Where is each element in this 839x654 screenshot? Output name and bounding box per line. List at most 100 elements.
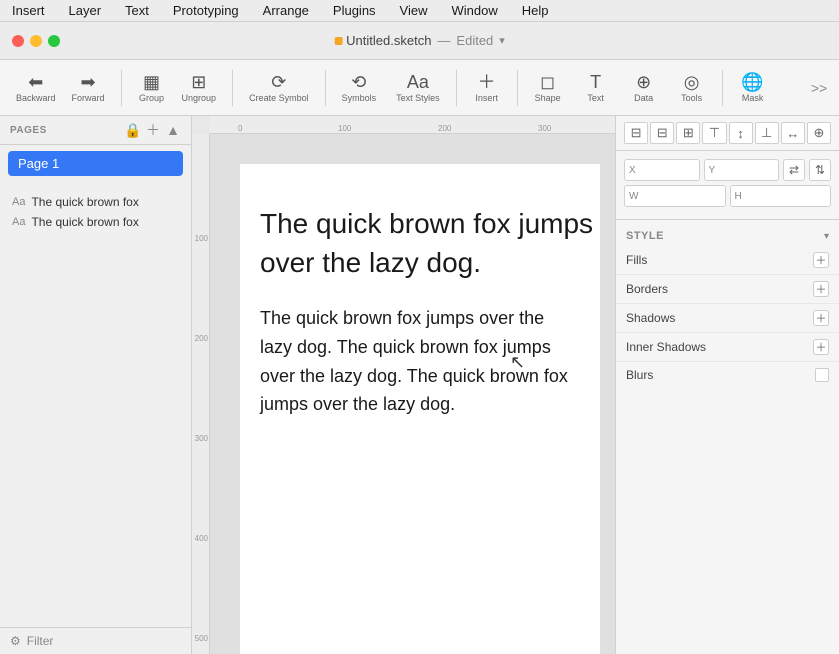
ungroup-button[interactable]: ⊞ Ungroup [174, 64, 225, 112]
ruler-vmark-300: 300 [195, 434, 208, 443]
ruler-mark-100: 100 [338, 124, 351, 133]
blurs-row[interactable]: Blurs [616, 362, 839, 388]
menu-arrange[interactable]: Arrange [259, 3, 313, 18]
y-label: Y [709, 165, 723, 176]
menu-text[interactable]: Text [121, 3, 153, 18]
align-middle-button[interactable]: ↕ [729, 122, 753, 144]
sidebar: PAGES 🔒 ＋ ▲ Page 1 Aa The quick brown fo… [0, 116, 192, 654]
text-tool-button[interactable]: T Text [574, 64, 618, 112]
menu-layer[interactable]: Layer [65, 3, 106, 18]
shape-label: Shape [535, 93, 561, 103]
canvas[interactable]: The quick brown fox jumpsover the lazy d… [210, 134, 615, 654]
flip-v-button[interactable]: ⇅ [809, 159, 831, 181]
layers-list: Aa The quick brown fox Aa The quick brow… [0, 186, 191, 238]
canvas-area[interactable]: 0 100 200 300 100 200 300 400 500 The qu… [192, 116, 615, 654]
style-header[interactable]: STYLE ▾ [616, 226, 839, 246]
menu-window[interactable]: Window [448, 3, 502, 18]
align-right-button[interactable]: ⊞ [676, 122, 700, 144]
shadows-add-button[interactable]: ＋ [813, 310, 829, 326]
lock-icon[interactable]: 🔒 [125, 122, 141, 138]
pages-title: PAGES [10, 125, 125, 136]
insert-label: Insert [475, 93, 498, 103]
x-field[interactable]: X [624, 159, 700, 181]
collapse-sidebar-button[interactable]: ▲ [165, 122, 181, 138]
align-bottom-button[interactable]: ⊥ [755, 122, 779, 144]
ungroup-icon: ⊞ [191, 73, 206, 91]
ruler-mark-0: 0 [238, 124, 242, 133]
canvas-text-2[interactable]: The quick brown fox jumps over the lazy … [260, 304, 580, 419]
style-section: STYLE ▾ Fills ＋ Borders ＋ Shadows ＋ Inne… [616, 220, 839, 394]
canvas-text-1[interactable]: The quick brown fox jumpsover the lazy d… [260, 204, 593, 282]
add-page-button[interactable]: ＋ [145, 122, 161, 138]
ungroup-label: Ungroup [182, 93, 217, 103]
w-field[interactable]: W [624, 185, 726, 207]
h-field[interactable]: H [730, 185, 832, 207]
distribute-v-button[interactable]: ⊕ [807, 122, 831, 144]
group-button[interactable]: ▦ Group [130, 64, 174, 112]
symbols-button[interactable]: ⟲ Symbols [334, 64, 385, 112]
borders-add-button[interactable]: ＋ [813, 281, 829, 297]
y-field[interactable]: Y [704, 159, 780, 181]
filter-icon: ⚙ [10, 634, 21, 648]
maximize-button[interactable] [48, 35, 60, 47]
inner-shadows-label: Inner Shadows [626, 340, 813, 354]
filter-bar: ⚙ Filter [0, 627, 191, 654]
ruler-mark-300: 300 [538, 124, 551, 133]
insert-icon: ＋ [478, 73, 496, 91]
forward-label: Forward [72, 93, 105, 103]
forward-button[interactable]: ➡ Forward [64, 64, 113, 112]
menu-plugins[interactable]: Plugins [329, 3, 380, 18]
backward-button[interactable]: ⬅ Backward [8, 64, 64, 112]
close-button[interactable] [12, 35, 24, 47]
align-left-button[interactable]: ⊟ [624, 122, 648, 144]
ruler-vmark-400: 400 [195, 534, 208, 543]
flip-h-button[interactable]: ⇄ [783, 159, 805, 181]
inner-shadows-add-button[interactable]: ＋ [813, 339, 829, 355]
title-bar: Untitled.sketch — Edited ▾ [0, 22, 839, 60]
layer-item-1[interactable]: Aa The quick brown fox [4, 192, 187, 212]
borders-row[interactable]: Borders ＋ [616, 275, 839, 304]
layer-item-2[interactable]: Aa The quick brown fox [4, 212, 187, 232]
separator-2 [232, 70, 233, 106]
data-label: Data [634, 93, 653, 103]
fills-row[interactable]: Fills ＋ [616, 246, 839, 275]
menu-prototyping[interactable]: Prototyping [169, 3, 243, 18]
insert-button[interactable]: ＋ Insert [465, 64, 509, 112]
data-button[interactable]: ⊕ Data [622, 64, 666, 112]
text-tool-icon: T [590, 73, 601, 91]
create-symbol-button[interactable]: ⟳ Create Symbol [241, 64, 317, 112]
shape-button[interactable]: ◻ Shape [526, 64, 570, 112]
more-button[interactable]: >> [807, 64, 831, 112]
mask-button[interactable]: 🌐 Mask [731, 64, 775, 112]
separator-3 [325, 70, 326, 106]
distribute-h-button[interactable]: ↔ [781, 122, 805, 144]
symbols-icon: ⟲ [351, 73, 366, 91]
x-label: X [629, 165, 643, 176]
blurs-label: Blurs [626, 368, 815, 382]
align-center-v-button[interactable]: ⊟ [650, 122, 674, 144]
mask-icon: 🌐 [741, 73, 763, 91]
blurs-checkbox[interactable] [815, 368, 829, 382]
ruler-vmark-200: 200 [195, 334, 208, 343]
minimize-button[interactable] [30, 35, 42, 47]
tools-icon: ◎ [684, 73, 700, 91]
inner-shadows-row[interactable]: Inner Shadows ＋ [616, 333, 839, 362]
text-styles-button[interactable]: Aa Text Styles [388, 64, 448, 112]
group-tools: ▦ Group ⊞ Ungroup [130, 64, 225, 112]
page-item-1[interactable]: Page 1 [8, 151, 183, 176]
tools-button[interactable]: ◎ Tools [670, 64, 714, 112]
menu-bar: Insert Layer Text Prototyping Arrange Pl… [0, 0, 839, 22]
align-top-button[interactable]: ⊤ [702, 122, 726, 144]
menu-insert[interactable]: Insert [8, 3, 49, 18]
create-symbol-icon: ⟳ [271, 73, 286, 91]
backward-icon: ⬅ [28, 73, 43, 91]
toolbar: ⬅ Backward ➡ Forward ▦ Group ⊞ Ungroup ⟳… [0, 60, 839, 116]
artboard[interactable]: The quick brown fox jumpsover the lazy d… [240, 164, 600, 654]
style-chevron-icon: ▾ [824, 231, 829, 242]
separator-6 [722, 70, 723, 106]
ruler-vmark-500: 500 [195, 634, 208, 643]
fills-add-button[interactable]: ＋ [813, 252, 829, 268]
shadows-row[interactable]: Shadows ＋ [616, 304, 839, 333]
menu-help[interactable]: Help [518, 3, 553, 18]
menu-view[interactable]: View [396, 3, 432, 18]
